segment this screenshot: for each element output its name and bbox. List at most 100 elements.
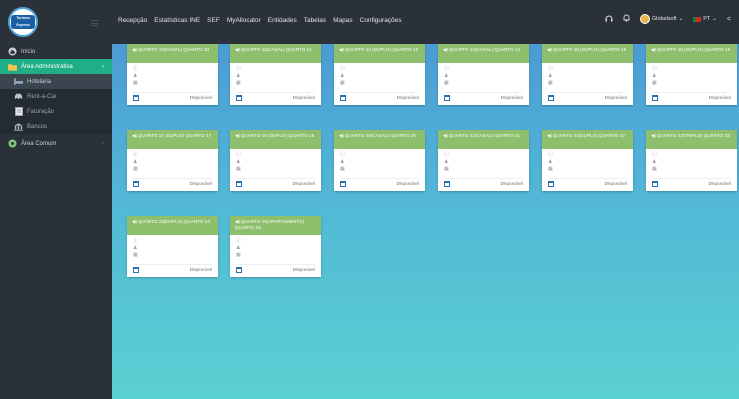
room-card-header[interactable]: ◀)QUARTO 11(CASAL) QUARTO 11 (230, 44, 321, 63)
calendar-small-icon[interactable]: ▦ (548, 166, 627, 173)
calendar-small-icon[interactable]: ▦ (236, 252, 315, 259)
guest-icon[interactable]: ♟ (444, 73, 523, 80)
info-icon[interactable]: ⓘ (444, 66, 523, 73)
menu-item-configuracoes[interactable]: Configurações (360, 17, 402, 24)
menu-item-sef[interactable]: SEF (207, 17, 220, 24)
room-card[interactable]: ◀)QUARTO 22(DUPLO) QUARTO 22 ⓘ ♟ ▦ Disponíve… (542, 130, 633, 191)
room-card-header[interactable]: ◀)QUARTO 22(DUPLO) QUARTO 22 (542, 130, 633, 149)
menu-item-estatisticas-ine[interactable]: Estatísticas INE (154, 17, 200, 24)
info-icon[interactable]: ⓘ (652, 152, 731, 159)
calendar-icon[interactable] (340, 95, 346, 101)
calendar-small-icon[interactable]: ▦ (340, 80, 419, 87)
calendar-icon[interactable] (548, 181, 554, 187)
calendar-small-icon[interactable]: ▦ (652, 166, 731, 173)
sidebar-item-area-comum[interactable]: Área Comum ‹ (0, 136, 112, 151)
info-icon[interactable]: ⓘ (548, 152, 627, 159)
guest-icon[interactable]: ♟ (133, 73, 212, 80)
calendar-icon[interactable] (133, 181, 139, 187)
guest-icon[interactable]: ♟ (652, 159, 731, 166)
guest-icon[interactable]: ♟ (236, 159, 315, 166)
info-icon[interactable]: ⓘ (133, 152, 212, 159)
calendar-small-icon[interactable]: ▦ (444, 166, 523, 173)
room-card[interactable]: ◀)QUARTO 20(CASAL) QUARTO 20 ⓘ ♟ ▦ Disponíve… (334, 130, 425, 191)
room-card-header[interactable]: ◀)QUARTO 15 (DUPLO) QUARTO 15 (542, 44, 633, 63)
room-card[interactable]: ◀)QUARTO 23(TRIPLO) QUARTO 23 ⓘ ♟ ▦ Disponív… (646, 130, 737, 191)
menu-item-entidades[interactable]: Entidades (268, 17, 297, 24)
calendar-icon[interactable] (340, 181, 346, 187)
calendar-icon[interactable] (444, 181, 450, 187)
info-icon[interactable]: ⓘ (652, 66, 731, 73)
room-card[interactable]: ◀)QUARTO 15 (DUPLO) QUARTO 15 ⓘ ♟ ▦ Disponív… (542, 44, 633, 105)
language-selector[interactable]: PT ⌄ (693, 16, 717, 22)
sidebar-item-bancos[interactable]: Bancos (0, 119, 112, 134)
guest-icon[interactable]: ♟ (340, 159, 419, 166)
info-icon[interactable]: ⓘ (548, 66, 627, 73)
info-icon[interactable]: ⓘ (340, 152, 419, 159)
calendar-small-icon[interactable]: ▦ (652, 80, 731, 87)
info-icon[interactable]: ⓘ (236, 238, 315, 245)
sidebar-item-faturacao[interactable]: Faturação (0, 104, 112, 119)
room-card-header[interactable]: ◀)QUARTO 16 (DUPLO) QUARTO 16 (646, 44, 737, 63)
calendar-small-icon[interactable]: ▦ (133, 166, 212, 173)
room-card-header[interactable]: ◀)QUARTO 25(APARTAMENTO) QUARTO 25 (230, 216, 321, 235)
calendar-small-icon[interactable]: ▦ (548, 80, 627, 87)
user-menu[interactable]: Globalsoft ⌄ (639, 14, 683, 24)
sidebar-item-hotelaria[interactable]: Hotelaria (0, 74, 112, 89)
menu-item-recepcao[interactable]: Recepção (118, 17, 147, 24)
guest-icon[interactable]: ♟ (133, 245, 212, 252)
sidebar-item-inicio[interactable]: Início (0, 44, 112, 59)
share-icon[interactable]: < (727, 16, 731, 23)
menu-item-mapas[interactable]: Mapas (333, 17, 353, 24)
calendar-small-icon[interactable]: ▦ (340, 166, 419, 173)
room-card-header[interactable]: ◀)QUARTO 17 (DUPLO) QUARTO 17 (127, 130, 218, 149)
room-card[interactable]: ◀)QUARTO 17 (DUPLO) QUARTO 17 ⓘ ♟ ▦ Disponív… (127, 130, 218, 191)
headset-icon[interactable] (605, 15, 613, 24)
room-card[interactable]: ◀)QUARTO 10(CASAL) QUARTO 10 ⓘ ♟ ▦ Disponíve… (127, 44, 218, 105)
info-icon[interactable]: ⓘ (133, 66, 212, 73)
room-card-header[interactable]: ◀)QUARTO 12 (DUPLO) QUARTO 12 (334, 44, 425, 63)
guest-icon[interactable]: ♟ (548, 159, 627, 166)
room-card-header[interactable]: ◀)QUARTO 20(CASAL) QUARTO 20 (334, 130, 425, 149)
calendar-icon[interactable] (652, 181, 658, 187)
guest-icon[interactable]: ♟ (548, 73, 627, 80)
calendar-icon[interactable] (236, 267, 242, 273)
room-card[interactable]: ◀)QUARTO 18 (DUPLO) QUARTO 18 ⓘ ♟ ▦ Disponív… (230, 130, 321, 191)
info-icon[interactable]: ⓘ (236, 66, 315, 73)
room-card[interactable]: ◀)QUARTO 12 (DUPLO) QUARTO 12 ⓘ ♟ ▦ Disponív… (334, 44, 425, 105)
guest-icon[interactable]: ♟ (340, 73, 419, 80)
guest-icon[interactable]: ♟ (133, 159, 212, 166)
calendar-small-icon[interactable]: ▦ (236, 80, 315, 87)
room-card[interactable]: ◀)QUARTO 21(CASAL) QUARTO 21 ⓘ ♟ ▦ Disponíve… (438, 130, 529, 191)
room-card-header[interactable]: ◀)QUARTO 14(CASAL) QUARTO 14 (438, 44, 529, 63)
calendar-icon[interactable] (444, 95, 450, 101)
info-icon[interactable]: ⓘ (236, 152, 315, 159)
calendar-icon[interactable] (548, 95, 554, 101)
calendar-small-icon[interactable]: ▦ (133, 252, 212, 259)
info-icon[interactable]: ⓘ (133, 238, 212, 245)
room-card[interactable]: ◀)QUARTO 14(CASAL) QUARTO 14 ⓘ ♟ ▦ Disponíve… (438, 44, 529, 105)
info-icon[interactable]: ⓘ (340, 66, 419, 73)
guest-icon[interactable]: ♟ (652, 73, 731, 80)
guest-icon[interactable]: ♟ (236, 73, 315, 80)
calendar-icon[interactable] (236, 181, 242, 187)
room-card-header[interactable]: ◀)QUARTO 21(CASAL) QUARTO 21 (438, 130, 529, 149)
info-icon[interactable]: ⓘ (444, 152, 523, 159)
room-card[interactable]: ◀)QUARTO 24(DUPLO) QUARTO 24 ⓘ ♟ ▦ Disponíve… (127, 216, 218, 277)
room-card[interactable]: ◀)QUARTO 11(CASAL) QUARTO 11 ⓘ ♟ ▦ Disponíve… (230, 44, 321, 105)
logo[interactable]: Turismo Express (8, 7, 38, 37)
sidebar-item-rent-a-car[interactable]: Rent-a-Car (0, 89, 112, 104)
bell-icon[interactable] (623, 14, 630, 24)
calendar-icon[interactable] (133, 267, 139, 273)
calendar-small-icon[interactable]: ▦ (236, 166, 315, 173)
calendar-icon[interactable] (652, 95, 658, 101)
room-card[interactable]: ◀)QUARTO 25(APARTAMENTO) QUARTO 25 ⓘ ♟ ▦ Dis… (230, 216, 321, 277)
menu-item-tabelas[interactable]: Tabelas (304, 17, 326, 24)
calendar-small-icon[interactable]: ▦ (444, 80, 523, 87)
calendar-icon[interactable] (133, 95, 139, 101)
sidebar-item-area-administrativa[interactable]: Área Administrativa ‹ (0, 59, 112, 74)
menu-toggle-icon[interactable] (91, 20, 98, 26)
room-card[interactable]: ◀)QUARTO 16 (DUPLO) QUARTO 16 ⓘ ♟ ▦ Disponív… (646, 44, 737, 105)
calendar-small-icon[interactable]: ▦ (133, 80, 212, 87)
menu-item-myallocator[interactable]: MyAllocator (227, 17, 261, 24)
guest-icon[interactable]: ♟ (444, 159, 523, 166)
